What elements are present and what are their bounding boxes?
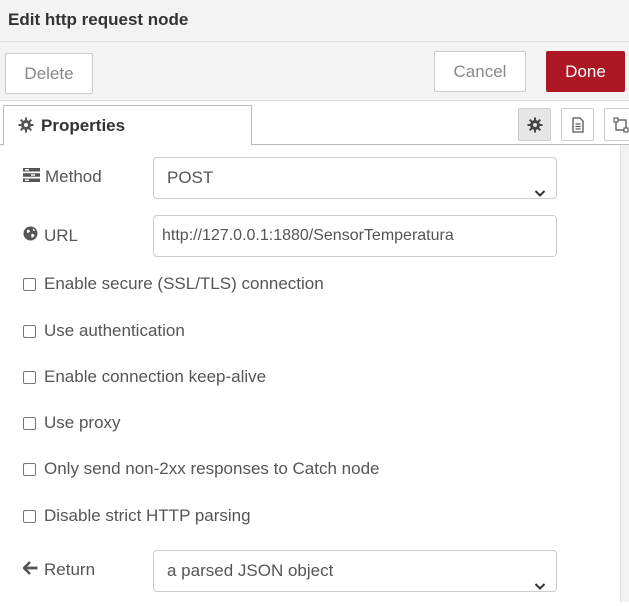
proxy-checkbox[interactable]: [23, 416, 36, 430]
authentication-checkbox[interactable]: [23, 324, 36, 338]
url-input[interactable]: [153, 215, 557, 257]
checkbox-row-strict-parsing[interactable]: Disable strict HTTP parsing: [23, 506, 251, 526]
checkbox-row-proxy[interactable]: Use proxy: [23, 413, 121, 433]
authentication-checkbox-label: Use authentication: [44, 321, 185, 340]
dialog-toolbar: Delete Cancel Done: [0, 42, 629, 101]
scrollbar-track[interactable]: [620, 145, 629, 602]
catch-non2xx-checkbox[interactable]: [23, 462, 36, 476]
checkbox-row-catch-non2xx[interactable]: Only send non-2xx responses to Catch nod…: [23, 459, 379, 479]
gear-icon: [18, 117, 34, 133]
node-description-tab-button[interactable]: [561, 108, 594, 141]
tab-properties-label: Properties: [41, 116, 126, 135]
strict-parsing-checkbox[interactable]: [23, 509, 36, 523]
return-select-value: a parsed JSON object: [167, 561, 334, 580]
chevron-down-icon: [534, 566, 546, 606]
checkbox-row-authentication[interactable]: Use authentication: [23, 321, 185, 341]
method-label: Method: [23, 167, 102, 187]
strict-parsing-checkbox-label: Disable strict HTTP parsing: [44, 506, 251, 525]
tab-properties[interactable]: Properties: [3, 105, 252, 146]
method-label-text: Method: [45, 167, 102, 186]
arrow-left-icon: [22, 560, 44, 580]
keepalive-checkbox[interactable]: [23, 370, 36, 384]
checkbox-row-ssl[interactable]: Enable secure (SSL/TLS) connection: [23, 274, 324, 294]
checkbox-row-keepalive[interactable]: Enable connection keep-alive: [23, 367, 266, 387]
ssl-checkbox[interactable]: [23, 277, 36, 291]
cancel-button[interactable]: Cancel: [434, 51, 526, 92]
url-label: URL: [23, 226, 78, 246]
chevron-down-icon: [534, 173, 546, 213]
method-select-value: POST: [167, 168, 214, 187]
globe-icon: [23, 226, 44, 246]
delete-button[interactable]: Delete: [5, 53, 93, 94]
return-select[interactable]: a parsed JSON object: [153, 550, 557, 592]
keepalive-checkbox-label: Enable connection keep-alive: [44, 367, 267, 386]
node-settings-tab-button[interactable]: [518, 108, 551, 141]
proxy-checkbox-label: Use proxy: [44, 413, 121, 432]
return-label: Return: [22, 560, 96, 580]
tasks-icon: [23, 167, 46, 187]
url-label-text: URL: [44, 226, 79, 245]
catch-non2xx-checkbox-label: Only send non-2xx responses to Catch nod…: [44, 459, 380, 478]
dialog-titlebar: Edit http request node: [0, 0, 629, 42]
ssl-checkbox-label: Enable secure (SSL/TLS) connection: [44, 274, 324, 293]
method-select[interactable]: POST: [153, 157, 557, 199]
done-button[interactable]: Done: [546, 51, 625, 92]
node-appearance-tab-button[interactable]: [604, 108, 629, 141]
return-label-text: Return: [44, 560, 96, 579]
dialog-title: Edit http request node: [8, 10, 189, 29]
